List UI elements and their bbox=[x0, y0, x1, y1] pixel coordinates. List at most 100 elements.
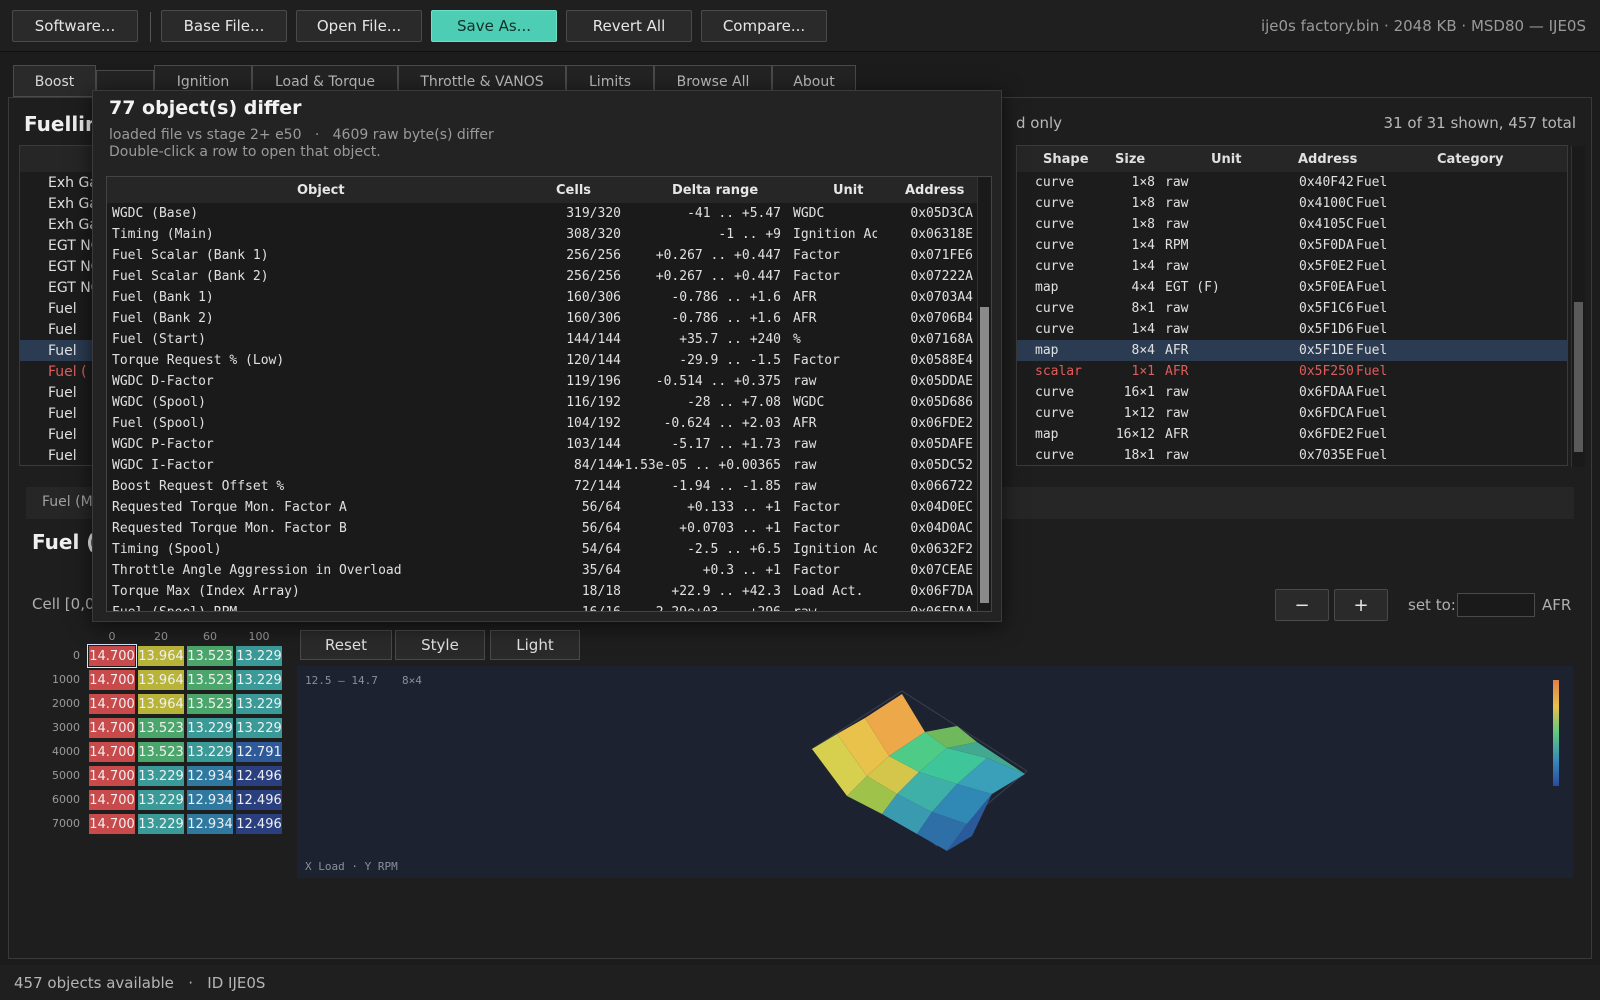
map-cell[interactable]: 14.700 bbox=[88, 669, 136, 691]
map-cell[interactable]: 13.523 bbox=[137, 717, 185, 739]
scrollbar-thumb[interactable] bbox=[1574, 302, 1583, 452]
table-row[interactable]: curve 16×1 raw 0x6FDAA Fuel bbox=[1017, 382, 1567, 403]
reset-view-button[interactable]: Reset bbox=[300, 630, 392, 660]
base-file-button[interactable]: Base File... bbox=[161, 10, 287, 42]
diff-row[interactable]: Fuel (Start) 144/144 +35.7 .. +240% 0x07168… bbox=[107, 329, 991, 350]
list-item[interactable]: Exh Ga bbox=[20, 172, 100, 193]
col-category[interactable]: Category bbox=[1437, 152, 1503, 167]
table-row[interactable]: curve 8×1 raw 0x5F1C6 Fuel bbox=[1017, 298, 1567, 319]
table-row[interactable]: curve 1×12 raw 0x6FDCA Fuel bbox=[1017, 403, 1567, 424]
map-cell[interactable]: 14.700 bbox=[88, 765, 136, 787]
diff-row[interactable]: WGDC I-Factor 84/144 +1.53e-05 .. +0.00365… bbox=[107, 455, 991, 476]
map-cell[interactable]: 13.229 bbox=[137, 765, 185, 787]
diff-row[interactable]: WGDC (Spool) 116/192 -28 .. +7.08 WGDC 0x05D… bbox=[107, 392, 991, 413]
col-size[interactable]: Size bbox=[1115, 152, 1145, 167]
map-cell[interactable]: 13.964 bbox=[137, 645, 185, 667]
changed-only-toggle[interactable]: d only bbox=[1016, 114, 1062, 132]
map-cell[interactable]: 12.934 bbox=[186, 789, 234, 811]
diff-row[interactable]: Requested Torque Mon. Factor A 56/64 +0.13… bbox=[107, 497, 991, 518]
map-cell[interactable]: 13.523 bbox=[186, 693, 234, 715]
map-cell[interactable]: 14.700 bbox=[88, 717, 136, 739]
map-cell[interactable]: 13.964 bbox=[137, 669, 185, 691]
map-cell[interactable]: 12.496 bbox=[235, 813, 283, 835]
map-cell[interactable]: 12.496 bbox=[235, 765, 283, 787]
list-item[interactable]: Exh Ga bbox=[20, 214, 100, 235]
subtab-fuel-main[interactable]: Fuel (M bbox=[42, 494, 93, 510]
tab-boost[interactable]: Boost bbox=[13, 65, 96, 97]
increment-button[interactable]: + bbox=[1334, 589, 1388, 621]
diff-row[interactable]: WGDC (Base) 319/320 -41 .. +5.47 WGDC 0x05D3… bbox=[107, 203, 991, 224]
diff-row[interactable]: Fuel (Bank 1) 160/306 -0.786 .. +1.6 AFR 0x0… bbox=[107, 287, 991, 308]
style-button[interactable]: Style bbox=[395, 630, 485, 660]
map-cell[interactable]: 13.523 bbox=[186, 669, 234, 691]
col-object[interactable]: Object bbox=[297, 183, 345, 198]
map-cell[interactable]: 12.496 bbox=[235, 789, 283, 811]
list-item[interactable]: Exh Ga bbox=[20, 193, 100, 214]
map-cell[interactable]: 13.229 bbox=[235, 693, 283, 715]
col-cells[interactable]: Cells bbox=[556, 183, 591, 198]
diff-row[interactable]: Boost Request Offset % 72/144 -1.94 .. -1.… bbox=[107, 476, 991, 497]
map-cell[interactable]: 13.523 bbox=[186, 645, 234, 667]
map-cell[interactable]: 13.229 bbox=[186, 717, 234, 739]
map-cell[interactable]: 12.791 bbox=[235, 741, 283, 763]
map-cell[interactable]: 14.700 bbox=[88, 813, 136, 835]
surface-plot[interactable]: 12.5 – 14.7 8×4 X Load · Y RPM bbox=[297, 666, 1573, 878]
table-row[interactable]: curve 18×1 raw 0x7035E Fuel bbox=[1017, 445, 1567, 466]
diff-row[interactable]: Fuel Scalar (Bank 1) 256/256 +0.267 .. +0.… bbox=[107, 245, 991, 266]
map-cell[interactable]: 13.229 bbox=[186, 741, 234, 763]
diff-row[interactable]: Throttle Angle Aggression in Overload 35/… bbox=[107, 560, 991, 581]
col-delta-range[interactable]: Delta range bbox=[672, 183, 758, 198]
software-button[interactable]: Software... bbox=[12, 10, 138, 42]
table-row[interactable]: curve 1×4 raw 0x5F1D6 Fuel bbox=[1017, 319, 1567, 340]
diff-scrollbar[interactable] bbox=[977, 177, 991, 611]
list-item[interactable]: EGT NC bbox=[20, 256, 100, 277]
list-item[interactable]: Fuel bbox=[20, 340, 100, 361]
table-row[interactable]: curve 1×8 raw 0x4100C Fuel bbox=[1017, 193, 1567, 214]
table-scrollbar[interactable] bbox=[1571, 146, 1585, 467]
list-item[interactable]: Fuel ( bbox=[20, 361, 100, 382]
diff-row[interactable]: Torque Max (Index Array) 18/18 +22.9 .. +4… bbox=[107, 581, 991, 602]
table-row[interactable]: curve 1×8 raw 0x4105C Fuel bbox=[1017, 214, 1567, 235]
map-cell[interactable]: 13.229 bbox=[235, 645, 283, 667]
list-item[interactable]: Fuel bbox=[20, 424, 100, 445]
col-address[interactable]: Address bbox=[905, 183, 964, 198]
map-cell[interactable]: 13.229 bbox=[137, 789, 185, 811]
list-item[interactable]: Fuel bbox=[20, 382, 100, 403]
table-row[interactable]: curve 1×4 raw 0x5F0E2 Fuel bbox=[1017, 256, 1567, 277]
diff-row[interactable]: WGDC P-Factor 103/144 -5.17 .. +1.73 raw 0x0… bbox=[107, 434, 991, 455]
table-row[interactable]: curve 1×8 raw 0x40F42 Fuel bbox=[1017, 172, 1567, 193]
map-cell[interactable]: 14.700 bbox=[88, 693, 136, 715]
diff-row[interactable]: Timing (Main) 308/320 -1 .. +9 Ignition Ac 0… bbox=[107, 224, 991, 245]
diff-row[interactable]: Fuel (Spool) RPM 16/16 -2.29e+03 .. +296 ra… bbox=[107, 602, 991, 611]
decrement-button[interactable]: − bbox=[1275, 589, 1329, 621]
compare-button[interactable]: Compare... bbox=[701, 10, 827, 42]
diff-row[interactable]: Fuel Scalar (Bank 2) 256/256 +0.267 .. +0.… bbox=[107, 266, 991, 287]
map-cell[interactable]: 13.229 bbox=[235, 717, 283, 739]
list-item[interactable]: EGT NC bbox=[20, 235, 100, 256]
list-item[interactable]: Fuel bbox=[20, 403, 100, 424]
list-item[interactable]: EGT NC bbox=[20, 277, 100, 298]
map-cell[interactable]: 13.229 bbox=[235, 669, 283, 691]
col-shape[interactable]: Shape bbox=[1043, 152, 1089, 167]
map-cell[interactable]: 14.700 bbox=[88, 741, 136, 763]
map-cell[interactable]: 12.934 bbox=[186, 765, 234, 787]
map-cell[interactable]: 13.523 bbox=[137, 741, 185, 763]
map-cell[interactable]: 13.964 bbox=[137, 693, 185, 715]
table-row[interactable]: map 4×4 EGT (F) 0x5F0EA Fuel bbox=[1017, 277, 1567, 298]
set-to-input[interactable] bbox=[1457, 593, 1535, 617]
map-cell[interactable]: 12.934 bbox=[186, 813, 234, 835]
table-row[interactable]: scalar 1×1 AFR 0x5F250 Fuel bbox=[1017, 361, 1567, 382]
map-cell[interactable]: 13.229 bbox=[137, 813, 185, 835]
diff-row[interactable]: Requested Torque Mon. Factor B 56/64 +0.07… bbox=[107, 518, 991, 539]
diff-row[interactable]: Torque Request % (Low) 120/144 -29.9 .. -1… bbox=[107, 350, 991, 371]
table-row[interactable]: map 8×4 AFR 0x5F1DE Fuel bbox=[1017, 340, 1567, 361]
col-address[interactable]: Address bbox=[1298, 152, 1357, 167]
light-button[interactable]: Light bbox=[490, 630, 580, 660]
diff-row[interactable]: Fuel (Spool) 104/192 -0.624 .. +2.03 AFR 0x0… bbox=[107, 413, 991, 434]
list-item[interactable]: Fuel bbox=[20, 319, 100, 340]
table-row[interactable]: curve 1×4 RPM 0x5F0DA Fuel bbox=[1017, 235, 1567, 256]
diff-row[interactable]: WGDC D-Factor 119/196 -0.514 .. +0.375 raw 0… bbox=[107, 371, 991, 392]
diff-row[interactable]: Timing (Spool) 54/64 -2.5 .. +6.5 Ignition … bbox=[107, 539, 991, 560]
revert-all-button[interactable]: Revert All bbox=[566, 10, 692, 42]
map-cell[interactable]: 14.700 bbox=[87, 644, 137, 668]
